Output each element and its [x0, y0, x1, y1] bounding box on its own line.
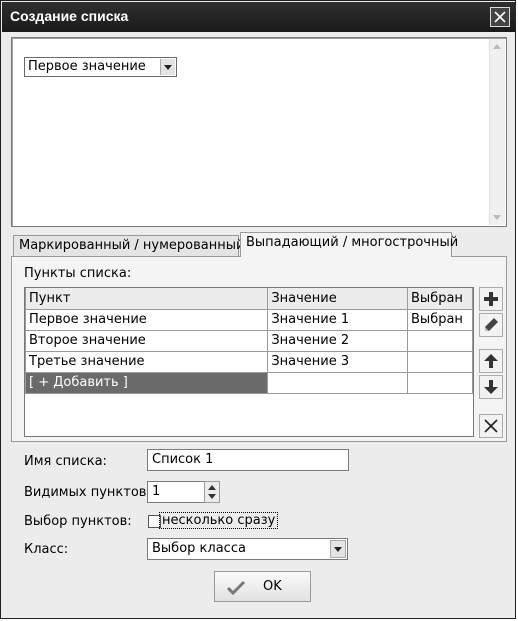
ok-button[interactable]: OK [214, 571, 311, 602]
list-name-value: Список 1 [152, 452, 214, 467]
column-header-value[interactable]: Значение [267, 288, 409, 310]
delete-item-button[interactable] [479, 414, 503, 438]
preview-dropdown[interactable]: Первое значение [24, 57, 177, 77]
move-down-button[interactable] [479, 375, 503, 399]
cell-selected[interactable] [407, 329, 473, 352]
close-button[interactable] [490, 7, 510, 27]
preview-dropdown-value: Первое значение [28, 59, 146, 74]
cell-selected[interactable] [407, 350, 473, 373]
preview-area: Первое значение [11, 37, 507, 227]
cell-value[interactable]: Значение 2 [267, 329, 409, 352]
title-bar: Создание списка [2, 2, 516, 32]
dialog-title: Создание списка [10, 8, 129, 24]
move-up-button[interactable] [479, 349, 503, 373]
add-row[interactable]: [ + Добавить ] [24, 371, 473, 394]
cell-value[interactable]: Значение 3 [267, 350, 409, 373]
add-item-cell[interactable]: [ + Добавить ] [24, 371, 269, 394]
arrow-up-icon [484, 354, 498, 368]
preview-scrollbar[interactable] [489, 39, 505, 225]
list-name-input[interactable]: Список 1 [147, 449, 349, 471]
close-icon [494, 11, 506, 23]
stepper-up-icon[interactable] [208, 485, 216, 490]
items-table: Пункт Значение Выбран Первое значение Зн… [24, 287, 474, 437]
delete-icon [484, 419, 498, 433]
checkmark-icon [226, 580, 246, 596]
tab-label: Маркированный / нумерованный [19, 238, 245, 253]
edit-item-button[interactable] [479, 313, 503, 337]
add-item-button[interactable] [479, 287, 503, 311]
scroll-up-icon[interactable] [493, 44, 501, 49]
table-row[interactable]: Второе значение Значение 2 [24, 329, 473, 352]
list-name-label: Имя списка: [24, 454, 107, 469]
cell-value[interactable]: Значение 1 [267, 308, 409, 331]
pencil-icon [485, 318, 498, 331]
visible-items-value: 1 [152, 484, 161, 499]
ok-button-label: OK [263, 579, 282, 594]
arrow-down-icon [484, 380, 498, 394]
tab-label: Выпадающий / многострочный [246, 235, 459, 250]
multi-select-label[interactable]: несколько сразу [158, 512, 279, 529]
stepper-down-icon[interactable] [208, 494, 216, 499]
class-label: Класс: [24, 542, 69, 557]
visible-items-input[interactable]: 1 [147, 481, 205, 503]
cell-value[interactable] [267, 371, 409, 394]
cell-item[interactable]: Первое значение [24, 308, 269, 331]
visible-items-label: Видимых пунктов: [24, 485, 151, 500]
cell-selected[interactable]: Выбран [407, 308, 473, 331]
tab-bulleted-numbered[interactable]: Маркированный / нумерованный [13, 235, 244, 257]
class-select[interactable]: Выбор класса [147, 538, 348, 560]
table-header: Пункт Значение Выбран [24, 288, 473, 310]
column-header-item[interactable]: Пункт [24, 288, 269, 310]
chevron-down-icon [160, 59, 175, 75]
cell-selected[interactable] [407, 371, 473, 394]
scroll-down-icon[interactable] [493, 215, 501, 220]
item-selection-label: Выбор пунктов: [24, 514, 132, 529]
chevron-down-icon [330, 540, 346, 558]
class-select-value: Выбор класса [152, 541, 246, 556]
tab-panel: Пункты списка: Пункт Значение Выбран Пер… [11, 256, 507, 442]
table-row[interactable]: Третье значение Значение 3 [24, 350, 473, 373]
cell-item[interactable]: Третье значение [24, 350, 269, 373]
cell-item[interactable]: Второе значение [24, 329, 269, 352]
list-items-label: Пункты списка: [24, 266, 132, 281]
create-list-dialog: Создание списка Первое значение Маркиров… [0, 0, 516, 619]
table-row[interactable]: Первое значение Значение 1 Выбран [24, 308, 473, 331]
column-header-selected[interactable]: Выбран [407, 288, 473, 310]
visible-items-stepper[interactable] [204, 481, 220, 503]
tab-dropdown-multiline[interactable]: Выпадающий / многострочный [240, 232, 458, 257]
plus-icon [484, 292, 498, 306]
